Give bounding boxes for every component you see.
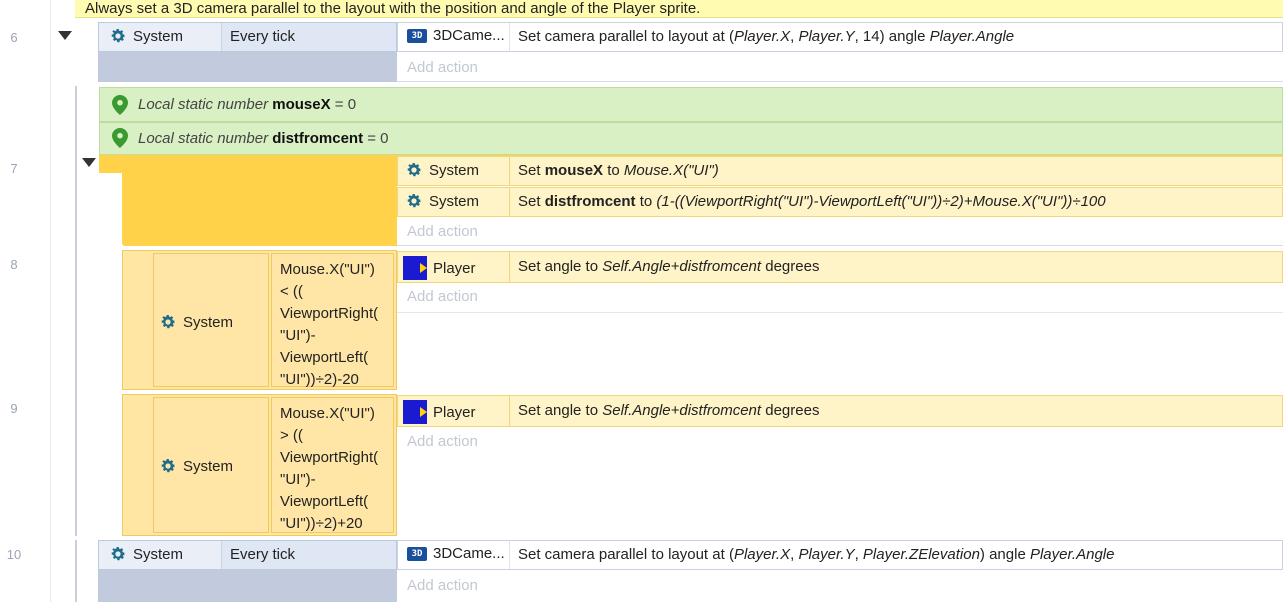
action-text: Set mouseX to Mouse.X("UI") (518, 162, 719, 179)
condition-object: System (159, 313, 233, 331)
comment-text: Always set a 3D camera parallel to the l… (85, 0, 701, 17)
gear-icon (161, 458, 176, 473)
condition-line: ViewportLeft( (280, 349, 369, 366)
line-number-10: 10 (6, 547, 22, 562)
action-object-name: Player (433, 259, 476, 277)
event-8-condition-block[interactable]: System Mouse.X("UI") < (( ViewportRight(… (122, 250, 397, 390)
condition-line: "UI")- (280, 327, 316, 344)
add-action-button[interactable]: Add action (407, 58, 478, 78)
gear-icon (407, 162, 422, 177)
location-pin-icon (112, 95, 128, 115)
condition-line: "UI"))÷2)+20 (280, 515, 363, 532)
comment-row[interactable]: Always set a 3D camera parallel to the l… (75, 0, 1283, 18)
condition-object-name: System (183, 313, 234, 331)
event-9-add-action-row: Add action (397, 427, 1283, 457)
action-text: Set distfromcent to (1-((ViewportRight("… (518, 193, 1106, 210)
local-variable-mouseX[interactable]: Local static number mouseX = 0 (99, 87, 1283, 122)
add-action-button[interactable]: Add action (407, 576, 478, 596)
condition-line: > (( (280, 427, 303, 444)
condition-object: System (109, 545, 183, 563)
gear-icon (407, 193, 422, 208)
local-variable-text: Local static number distfromcent = 0 (138, 130, 389, 147)
event-6-condition-block (98, 52, 397, 82)
add-action-button[interactable]: Add action (407, 222, 478, 242)
event-9-condition-block[interactable]: System Mouse.X("UI") > (( ViewportRight(… (122, 394, 397, 536)
condition-object-name: System (133, 545, 184, 563)
collapse-triangle-icon[interactable] (58, 31, 72, 40)
condition-line: < (( (280, 283, 303, 300)
condition-line: "UI"))÷2)-20 (280, 371, 359, 388)
action-object: System (405, 161, 479, 179)
3d-camera-icon: 3D (407, 546, 427, 561)
action-text: Set camera parallel to layout at (Player… (518, 28, 1015, 45)
sprite-icon (403, 256, 427, 280)
condition-object-name: System (183, 457, 234, 475)
action-object: Player (403, 256, 476, 280)
event-6-add-action-row: Add action (397, 52, 1283, 82)
gear-icon (161, 314, 176, 329)
event-6-action[interactable]: 3D 3DCame... Set camera parallel to layo… (397, 22, 1283, 52)
condition-text: Every tick (230, 546, 296, 563)
event-10-condition-block (98, 570, 397, 602)
line-number-9: 9 (10, 401, 18, 416)
condition-line: Mouse.X("UI") (280, 405, 375, 422)
add-action-button[interactable]: Add action (407, 432, 478, 452)
action-object-name: System (429, 192, 480, 210)
3d-camera-icon: 3D (407, 28, 427, 43)
event-10-add-action-row: Add action (397, 570, 1283, 602)
event-7-add-action-row: Add action (397, 218, 1283, 246)
event-7-condition-block[interactable] (122, 155, 397, 246)
event-7-action-2[interactable]: System Set distfromcent to (1-((Viewport… (397, 187, 1283, 217)
event-10-condition[interactable]: System Every tick (98, 540, 397, 570)
gear-icon (111, 546, 126, 561)
event-8-add-action-row: Add action (397, 283, 1283, 313)
condition-object: System (109, 27, 183, 45)
condition-object-name: System (133, 27, 184, 45)
local-variable-text: Local static number mouseX = 0 (138, 96, 357, 113)
action-text: Set camera parallel to layout at (Player… (518, 546, 1115, 563)
condition-text: Every tick (230, 28, 296, 45)
condition-line: "UI")- (280, 471, 316, 488)
line-number-8: 8 (10, 257, 18, 272)
action-object: 3D 3DCame... (407, 545, 505, 562)
condition-line: ViewportRight( (280, 449, 379, 466)
action-object: System (405, 192, 479, 210)
action-object-name: Player (433, 403, 476, 421)
condition-line: ViewportRight( (280, 305, 379, 322)
event-7-action-1[interactable]: System Set mouseX to Mouse.X("UI") (397, 156, 1283, 186)
condition-line: Mouse.X("UI") (280, 261, 375, 278)
action-text: Set angle to Self.Angle+distfromcent deg… (518, 258, 820, 275)
action-object-name: 3DCame... (433, 545, 505, 562)
event-9-action[interactable]: Player Set angle to Self.Angle+distfromc… (397, 395, 1283, 427)
action-object: Player (403, 400, 476, 424)
location-pin-icon (112, 128, 128, 148)
action-object-name: System (429, 161, 480, 179)
line-number-7: 7 (10, 161, 18, 176)
local-variable-distfromcent[interactable]: Local static number distfromcent = 0 (99, 122, 1283, 155)
action-object-name: 3DCame... (433, 27, 505, 44)
sprite-icon (403, 400, 427, 424)
collapse-triangle-icon[interactable] (82, 158, 96, 167)
add-action-button[interactable]: Add action (407, 287, 478, 307)
action-object: 3D 3DCame... (407, 27, 505, 44)
line-number-gutter (0, 0, 51, 602)
condition-object: System (159, 457, 233, 475)
event-10-action[interactable]: 3D 3DCame... Set camera parallel to layo… (397, 540, 1283, 570)
event-8-action[interactable]: Player Set angle to Self.Angle+distfromc… (397, 251, 1283, 283)
gear-icon (111, 28, 126, 43)
condition-text-cell: Mouse.X("UI") > (( ViewportRight( "UI")-… (271, 397, 394, 533)
line-number-6: 6 (10, 30, 18, 45)
action-text: Set angle to Self.Angle+distfromcent deg… (518, 402, 820, 419)
condition-text-cell: Mouse.X("UI") < (( ViewportRight( "UI")-… (271, 253, 394, 388)
event-6-condition[interactable]: System Every tick (98, 22, 397, 52)
condition-line: ViewportLeft( (280, 493, 369, 510)
